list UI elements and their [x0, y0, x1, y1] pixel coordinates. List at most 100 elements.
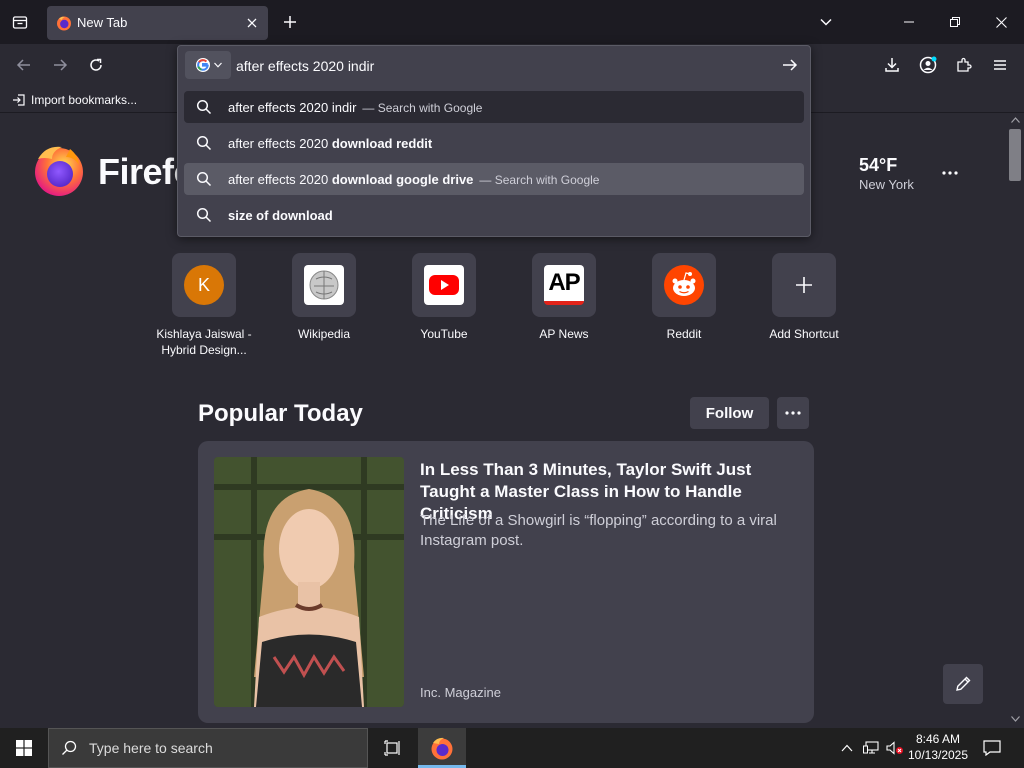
urlbar-input[interactable]: [236, 55, 756, 77]
task-view-button[interactable]: [374, 728, 412, 768]
weather-temperature: 54°F: [859, 155, 898, 175]
weather-widget[interactable]: 54°F New York: [859, 155, 914, 192]
suggestion-prefix: after effects 2020 indir: [228, 99, 357, 115]
suggestion-row[interactable]: after effects 2020 download reddit: [184, 127, 804, 159]
clock-date: 10/13/2025: [907, 748, 969, 762]
shortcut-ap-news[interactable]: AP AP News: [504, 253, 624, 363]
shortcut-add[interactable]: Add Shortcut: [744, 253, 864, 363]
suggestion-bold: size of download: [228, 207, 333, 223]
suggestion-bold: download reddit: [331, 135, 433, 151]
tab-title: New Tab: [77, 15, 128, 30]
shortcut-kishlaya[interactable]: K Kishlaya Jaiswal - Hybrid Design...: [144, 253, 264, 363]
shortcut-reddit[interactable]: Reddit: [624, 253, 744, 363]
back-button[interactable]: [9, 50, 39, 80]
search-icon: [196, 171, 212, 187]
list-all-tabs-button[interactable]: [6, 8, 34, 36]
clock-time: 8:46 AM: [915, 732, 961, 746]
go-button[interactable]: [777, 52, 803, 78]
follow-button[interactable]: Follow: [690, 397, 769, 429]
story-photo-icon: [214, 457, 404, 707]
suggestion-prefix: after effects 2020: [228, 135, 332, 151]
extensions-button[interactable]: [949, 50, 979, 80]
arrow-left-icon: [16, 59, 30, 71]
reload-button[interactable]: [81, 50, 111, 80]
search-icon: [62, 740, 77, 755]
tab-overflow-button[interactable]: [812, 8, 840, 36]
shortcut-youtube[interactable]: YouTube: [384, 253, 504, 363]
plus-icon: [796, 277, 812, 293]
plus-icon: [284, 16, 296, 28]
firefox-icon: [57, 16, 71, 31]
shortcut-label: Kishlaya Jaiswal - Hybrid Design...: [156, 327, 252, 357]
task-view-icon: [384, 740, 400, 756]
story-source: Inc. Magazine: [420, 685, 501, 700]
weather-location: New York: [859, 177, 914, 192]
shortcut-tile: [772, 253, 836, 317]
downloads-button[interactable]: [877, 50, 907, 80]
customize-button[interactable]: [943, 664, 983, 704]
taskbar-search-placeholder: Type here to search: [89, 740, 213, 756]
suggestion-row[interactable]: after effects 2020 indir — Search with Go…: [184, 91, 804, 123]
windows-icon: [16, 740, 32, 756]
section-menu-button[interactable]: [777, 397, 809, 429]
taskbar-firefox-button[interactable]: [418, 728, 466, 768]
forward-button[interactable]: [45, 50, 75, 80]
import-icon: [13, 94, 25, 106]
shortcut-wikipedia[interactable]: Wikipedia: [264, 253, 384, 363]
shortcut-tile: [292, 253, 356, 317]
system-clock[interactable]: 8:46 AM 10/13/2025: [900, 731, 976, 763]
shortcut-label: Add Shortcut: [769, 327, 839, 341]
more-horizontal-icon: [942, 171, 958, 175]
urlbar-panel: after effects 2020 indir — Search with Go…: [177, 45, 811, 237]
restore-icon: [950, 17, 960, 27]
story-card[interactable]: In Less Than 3 Minutes, Taylor Swift Jus…: [198, 441, 814, 723]
firefox-logo-icon: [35, 146, 83, 196]
account-button[interactable]: [913, 50, 943, 80]
taskbar-search-box[interactable]: Type here to search: [48, 728, 368, 768]
shortcut-tile: K: [172, 253, 236, 317]
scrollbar-thumb[interactable]: [1009, 129, 1021, 181]
reddit-icon: [664, 265, 704, 305]
tab-new-tab[interactable]: New Tab: [47, 6, 268, 40]
suggestion-text: after effects 2020 indir — Search with Go…: [228, 100, 482, 115]
more-horizontal-icon: [785, 411, 801, 415]
puzzle-icon: [957, 57, 972, 72]
page-scrollbar[interactable]: [1007, 113, 1024, 728]
minimize-icon: [904, 21, 914, 23]
tab-close-button[interactable]: [243, 14, 261, 32]
hamburger-icon: [994, 60, 1006, 70]
search-icon: [196, 207, 212, 223]
minimize-button[interactable]: [886, 0, 932, 44]
show-hidden-icons-button[interactable]: [836, 728, 858, 768]
restore-button[interactable]: [932, 0, 978, 44]
shortcut-tile: [652, 253, 716, 317]
action-center-button[interactable]: [978, 728, 1006, 768]
search-engine-button[interactable]: [185, 51, 231, 79]
close-icon: [247, 18, 257, 28]
suggestion-text: size of download: [228, 208, 333, 223]
import-bookmarks-label: Import bookmarks...: [31, 93, 138, 107]
start-button[interactable]: [0, 728, 48, 768]
weather-menu-button[interactable]: [938, 163, 962, 183]
search-icon: [196, 99, 212, 115]
search-icon: [196, 135, 212, 151]
story-image: [214, 457, 404, 707]
network-button[interactable]: [860, 728, 882, 768]
shortcut-label: Reddit: [666, 327, 702, 341]
new-tab-button[interactable]: [276, 8, 304, 36]
avatar: K: [184, 265, 224, 305]
close-icon: [995, 16, 1007, 28]
import-bookmarks-button[interactable]: Import bookmarks...: [12, 90, 137, 110]
suggestion-text: after effects 2020 download google drive…: [228, 172, 599, 187]
firefox-icon: [431, 737, 453, 760]
app-menu-button[interactable]: [985, 50, 1015, 80]
youtube-icon: [424, 265, 464, 305]
chevron-down-icon: [213, 62, 222, 68]
suggestion-row[interactable]: size of download: [184, 199, 804, 231]
tab-strip: New Tab: [0, 0, 1024, 44]
close-window-button[interactable]: [978, 0, 1024, 44]
suggestion-row-selected[interactable]: after effects 2020 download google drive…: [184, 163, 804, 195]
suggestion-bold: download google drive: [331, 171, 474, 187]
ap-news-icon: AP: [544, 265, 584, 305]
suggestion-text: after effects 2020 download reddit: [228, 136, 432, 151]
